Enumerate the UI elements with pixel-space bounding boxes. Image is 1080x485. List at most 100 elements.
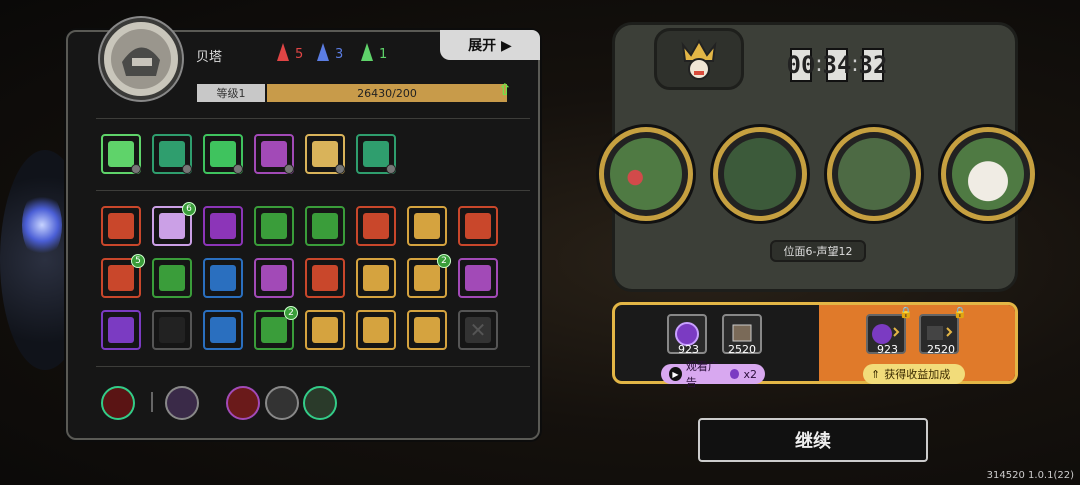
lock-icon: 🔒 [953,306,967,319]
skill-icon [312,265,338,291]
reward-book-count: 2520 [728,343,756,356]
skill-level-badge: 6 [182,202,196,216]
skill-slot[interactable] [101,310,141,350]
skill-icon [108,141,134,167]
socket-gem-icon [182,164,192,174]
skill-icon [261,317,287,343]
hero-portrait [100,18,182,100]
get-bonus-button[interactable]: ⇑ 获得收益加成 [863,364,965,384]
skill-level-badge: 2 [284,306,298,320]
skill-icon [414,317,440,343]
divider [96,190,530,191]
background-lightning [22,190,62,260]
pet-slot-4[interactable] [941,127,1035,221]
xp-bar: 26430/200 [267,84,507,102]
bug-mask-icon [610,138,682,210]
scroll-icon[interactable] [303,386,337,420]
reward-orb-count: 923 [678,343,699,356]
bonus-book-count: 2520 [927,343,955,356]
skill-icon [108,317,134,343]
skill-slot[interactable] [305,258,345,298]
relic-icon[interactable] [165,386,199,420]
expand-button[interactable]: 展开 ▶ [440,30,540,60]
rune-red-count: 5 [295,46,304,62]
skill-slot[interactable] [356,258,396,298]
curly-hair-face-icon [952,138,1024,210]
rune-blue: 3 [316,42,343,66]
skill-icon [261,141,287,167]
skill-slot[interactable] [254,206,294,246]
skill-slot[interactable] [152,258,192,298]
pet-slot-2[interactable] [713,127,807,221]
skill-icon [363,141,389,167]
skill-icon [465,265,491,291]
socket-gem-icon [233,164,243,174]
skill-icon: ✕ [465,317,491,343]
skill-slot[interactable] [458,206,498,246]
rune-red: 5 [276,42,303,66]
divider [96,118,530,119]
crown-emblem-icon [681,38,717,80]
skill-icon [210,317,236,343]
pet-slot-3[interactable] [827,127,921,221]
bonus-orb-count: 923 [877,343,898,356]
skill-slot[interactable] [203,258,243,298]
timer-hours: 00 [787,48,815,82]
socket-gem-icon [386,164,396,174]
skill-icon [210,213,236,239]
continue-button[interactable]: 继续 [698,418,928,462]
skill-slot[interactable] [203,206,243,246]
skill-slot[interactable] [458,258,498,298]
countdown-timer: 00 : 34 : 32 [787,48,887,82]
hero-name: 贝塔 [196,50,223,65]
fist-icon[interactable] [226,386,260,420]
watch-ad-label: 观看广告 [685,360,719,389]
skill-slot[interactable] [356,310,396,350]
watch-ad-button[interactable]: ▶ 观看广告 x2 [661,360,765,389]
pet-slot-1[interactable] [599,127,693,221]
skill-icon [312,317,338,343]
spiral-icon[interactable] [265,386,299,420]
horned-demon-icon [724,138,796,210]
skill-icon [363,317,389,343]
locked-skill-slot[interactable]: ✕ [458,310,498,350]
skill-slot[interactable] [305,206,345,246]
skill-icon [312,141,338,167]
skill-icon [363,265,389,291]
divider [151,392,153,412]
lock-icon: 🔒 [899,306,913,319]
game-screen: 贝塔 5 3 1 展开 ▶ 等级1 26430/200 ⇧ 00 : 34 : … [0,0,1080,485]
skill-icon [108,265,134,291]
hooded-figure-icon [838,138,910,210]
skill-icon [210,141,236,167]
skill-slot[interactable] [254,258,294,298]
purple-orb-icon [730,369,740,379]
skill-slot[interactable] [152,310,192,350]
version-label: 314520 1.0.1(22) [986,470,1074,481]
skill-slot[interactable] [203,310,243,350]
level-up-arrow-icon[interactable]: ⇧ [498,80,516,100]
skill-slot[interactable] [407,310,447,350]
skill-slot[interactable] [305,310,345,350]
skill-slot[interactable] [407,206,447,246]
divider [96,366,530,367]
skill-icon [363,213,389,239]
level-label: 等级1 [197,84,265,102]
plane-reputation-label: 位面6-声望12 [770,240,866,262]
socket-gem-icon [335,164,345,174]
skill-icon [159,317,185,343]
skill-level-badge: 2 [437,254,451,268]
crown-slot[interactable] [654,28,744,90]
skill-slot[interactable] [356,206,396,246]
demon-mask-icon[interactable] [101,386,135,420]
skill-icon [312,213,338,239]
get-bonus-label: 获得收益加成 [884,368,951,381]
skill-icon [159,213,185,239]
double-chevron-up-icon: ⇑ [871,367,881,381]
play-icon: ▶ [669,367,682,381]
skill-slot[interactable] [101,206,141,246]
blue-rune-icon [316,42,330,66]
rune-blue-count: 3 [335,46,344,62]
socket-gem-icon [131,164,141,174]
socket-gem-icon [284,164,294,174]
